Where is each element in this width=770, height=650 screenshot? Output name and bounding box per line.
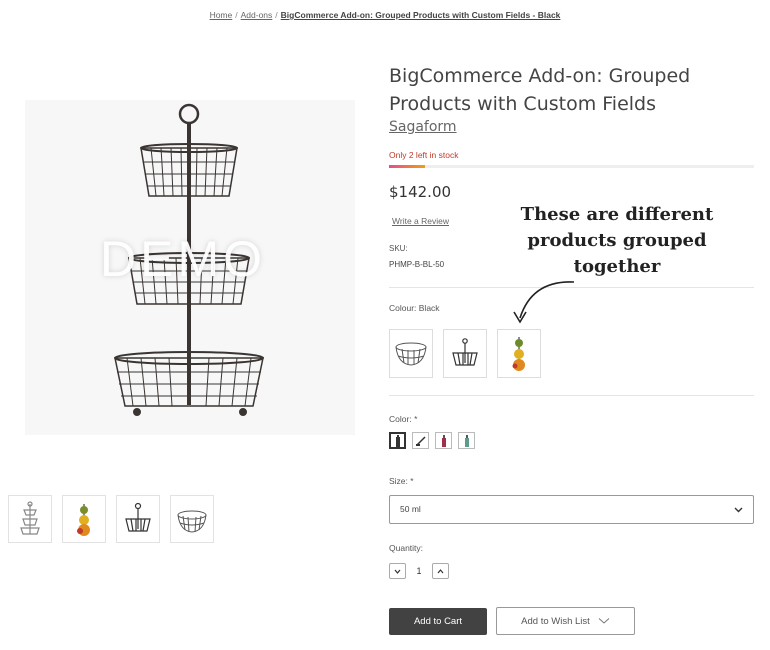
quantity-increase-button[interactable] — [432, 563, 449, 579]
size-selected-value: 50 ml — [400, 504, 421, 514]
fruit-tier-basket-icon — [77, 504, 90, 536]
image-thumbnails — [8, 495, 214, 543]
color-option-label: Color: * — [389, 414, 418, 424]
chevron-up-icon — [437, 568, 444, 573]
bottle-icon — [441, 434, 446, 447]
thumbnail-single-basket[interactable] — [116, 495, 160, 543]
pen-icon — [415, 435, 426, 446]
quantity-stepper: 1 — [389, 563, 449, 579]
single-basket-icon — [125, 502, 151, 532]
brand-link[interactable]: Sagaform — [389, 119, 457, 135]
add-to-cart-button[interactable]: Add to Cart — [389, 608, 487, 635]
divider — [389, 395, 754, 396]
add-to-wishlist-button[interactable]: Add to Wish List — [496, 607, 635, 635]
quantity-input[interactable]: 1 — [406, 566, 432, 576]
single-basket-icon — [452, 337, 478, 366]
stock-status: Only 2 left in stock — [389, 150, 459, 160]
round-basket-icon — [395, 342, 427, 366]
annotation-text: These are different products grouped tog… — [520, 204, 714, 277]
demo-watermark: DEMO — [100, 231, 266, 287]
round-basket-icon — [177, 510, 207, 533]
swatch-green-bottle[interactable] — [458, 432, 475, 449]
breadcrumb-home[interactable]: Home — [210, 10, 233, 20]
grouped-product-fruit-tier[interactable] — [497, 329, 541, 378]
write-review-link[interactable]: Write a Review — [392, 216, 449, 226]
quantity-decrease-button[interactable] — [389, 563, 406, 579]
swatch-pen[interactable] — [412, 432, 429, 449]
silver-tier-basket-icon — [20, 501, 40, 535]
breadcrumb-add-ons[interactable]: Add-ons — [241, 10, 273, 20]
swatch-red-bottle[interactable] — [435, 432, 452, 449]
size-option-label: Size: * — [389, 476, 414, 486]
thumbnail-silver-tier[interactable] — [8, 495, 52, 543]
required-mark: * — [410, 476, 414, 486]
chevron-down-icon — [598, 618, 610, 624]
grouped-colour-label: Colour: Black — [389, 303, 440, 313]
stock-level-bar — [389, 165, 754, 168]
thumbnail-round-basket[interactable] — [170, 495, 214, 543]
curved-arrow-icon — [513, 281, 575, 324]
product-title: BigCommerce Add-on: Grouped Products wit… — [389, 65, 691, 115]
breadcrumb: Home / Add-ons / BigCommerce Add-on: Grouped… — [209, 10, 561, 20]
required-mark: * — [414, 414, 418, 424]
grouped-product-round-basket[interactable] — [389, 329, 433, 378]
wishlist-label: Add to Wish List — [521, 615, 590, 627]
main-product-image[interactable]: DEMO — [25, 100, 355, 435]
swatch-black-bottle[interactable] — [389, 432, 406, 449]
product-price: $142.00 — [389, 183, 452, 201]
breadcrumb-current[interactable]: BigCommerce Add-on: Grouped Products wit… — [281, 10, 561, 20]
bottle-icon — [395, 434, 400, 447]
sku-label: SKU: — [389, 244, 408, 253]
chevron-down-icon — [734, 507, 743, 513]
size-select[interactable]: 50 ml — [389, 495, 754, 524]
thumbnail-fruit-tier[interactable] — [62, 495, 106, 543]
grouped-products — [389, 329, 541, 378]
quantity-label: Quantity: — [389, 543, 424, 553]
sku-value: PHMP-B-BL-50 — [389, 260, 445, 269]
fruit-tier-basket-icon — [512, 336, 525, 371]
grouped-product-single-basket[interactable] — [443, 329, 487, 378]
chevron-down-icon — [394, 569, 401, 574]
color-swatches — [389, 432, 475, 449]
bottle-icon — [464, 434, 469, 447]
